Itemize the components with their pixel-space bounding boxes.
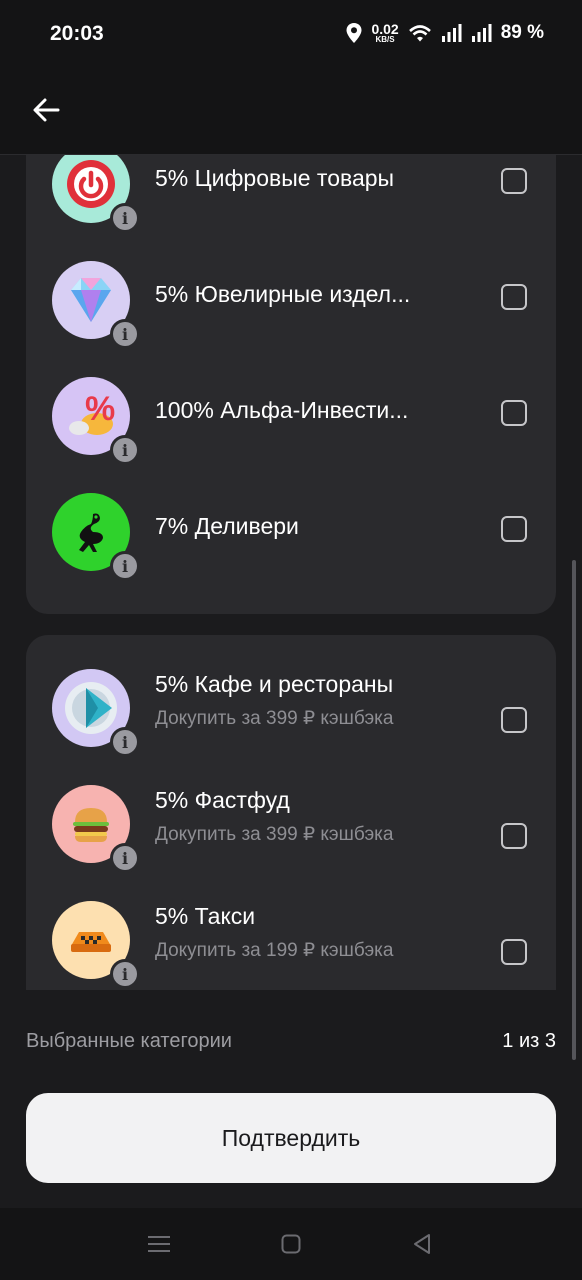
power-icon — [67, 160, 115, 208]
back-button[interactable] — [28, 92, 64, 128]
taxi-icon — [71, 932, 111, 952]
category-row-taxi[interactable]: i 5% Такси Докупить за 199 ₽ кэшбэка — [26, 881, 556, 990]
category-icon-wrap: i — [52, 785, 140, 873]
category-card-purchasable: i 5% Кафе и рестораны Докупить за 399 ₽ … — [26, 635, 556, 990]
burger-icon — [73, 808, 109, 842]
location-icon — [346, 23, 362, 43]
category-subtitle: Докупить за 399 ₽ кэшбэка — [155, 708, 394, 729]
category-icon-wrap: i — [52, 155, 140, 233]
scrollbar[interactable] — [572, 560, 576, 1060]
category-checkbox[interactable] — [501, 168, 527, 194]
confirm-button[interactable]: Подтвердить — [26, 1093, 556, 1183]
info-icon[interactable]: i — [110, 435, 140, 465]
network-speed-unit: KB/S — [375, 35, 395, 44]
info-icon[interactable]: i — [110, 319, 140, 349]
category-row-alfa-invest[interactable]: % i 100% Альфа-Инвести... — [26, 357, 556, 473]
category-title: 5% Фастфуд — [155, 787, 290, 813]
category-icon-wrap: i — [52, 493, 140, 581]
category-checkbox[interactable] — [501, 284, 527, 310]
system-nav-bar — [0, 1208, 582, 1280]
square-icon — [281, 1234, 301, 1254]
category-checkbox[interactable] — [501, 400, 527, 426]
category-title: 5% Такси — [155, 903, 256, 929]
info-icon[interactable]: i — [110, 959, 140, 989]
category-subtitle: Докупить за 199 ₽ кэшбэка — [155, 940, 394, 961]
category-icon-wrap: i — [52, 901, 140, 989]
category-row-jewelry[interactable]: i 5% Ювелирные издел... — [26, 241, 556, 357]
signal-1-icon — [441, 24, 462, 42]
selected-categories-count: 1 из 3 — [502, 1030, 556, 1052]
system-back-button[interactable] — [406, 1228, 438, 1260]
home-button[interactable] — [275, 1228, 307, 1260]
category-row-fastfood[interactable]: i 5% Фастфуд Докупить за 399 ₽ кэшбэка — [26, 765, 556, 881]
category-checkbox[interactable] — [501, 516, 527, 542]
recent-apps-button[interactable] — [143, 1228, 175, 1260]
network-speed-value: 0.02 — [371, 21, 399, 37]
info-icon[interactable]: i — [110, 727, 140, 757]
category-title: 5% Ювелирные издел... — [155, 281, 411, 307]
category-list[interactable]: i 5% Цифровые товары i 5% Ювелирные изде… — [0, 155, 582, 990]
category-icon-wrap: % i — [52, 377, 140, 465]
info-icon[interactable]: i — [110, 551, 140, 581]
info-icon[interactable]: i — [110, 203, 140, 233]
status-icons: 0.02 KB/S 89 % — [345, 22, 544, 44]
ostrich-logo-icon — [79, 513, 103, 552]
category-row-delivery-club[interactable]: i 7% Деливери — [26, 473, 556, 589]
category-checkbox[interactable] — [501, 939, 527, 965]
app-bar — [0, 70, 582, 155]
category-checkbox[interactable] — [501, 823, 527, 849]
menu-icon — [148, 1236, 170, 1252]
selected-categories-label: Выбранные категории — [26, 1030, 232, 1052]
category-title: 100% Альфа-Инвести... — [155, 397, 409, 423]
category-card-available: i 5% Цифровые товары i 5% Ювелирные изде… — [26, 155, 556, 614]
battery-level: 89 % — [500, 22, 544, 43]
status-time: 20:03 — [50, 22, 104, 45]
category-title: 5% Цифровые товары — [155, 165, 395, 191]
network-speed: 0.02 KB/S — [371, 22, 398, 44]
category-title: 5% Кафе и рестораны — [155, 671, 394, 697]
svg-text:%: % — [85, 390, 115, 428]
category-icon-wrap: i — [52, 669, 140, 757]
percent-icon: % — [69, 390, 115, 435]
category-row-cafes[interactable]: i 5% Кафе и рестораны Докупить за 399 ₽ … — [26, 649, 556, 765]
triangle-back-icon — [414, 1234, 430, 1254]
signal-2-icon — [471, 24, 492, 42]
arrow-left-icon — [33, 98, 60, 122]
info-icon[interactable]: i — [110, 843, 140, 873]
status-bar: 20:03 0.02 KB/S 89 % — [0, 0, 582, 70]
wifi-icon — [408, 25, 431, 42]
diamond-icon — [71, 278, 111, 322]
category-checkbox[interactable] — [501, 707, 527, 733]
category-icon-wrap: i — [52, 261, 140, 349]
category-title: 7% Деливери — [155, 513, 299, 539]
category-subtitle: Докупить за 399 ₽ кэшбэка — [155, 824, 394, 845]
category-row-digital-goods[interactable]: i 5% Цифровые товары — [26, 155, 556, 241]
